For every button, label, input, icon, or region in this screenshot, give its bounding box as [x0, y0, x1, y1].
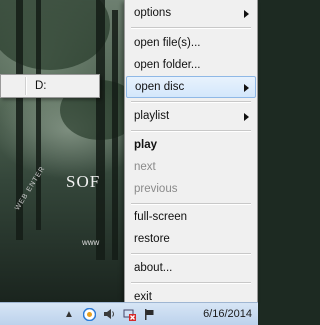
- flag-icon[interactable]: [142, 307, 156, 321]
- menu-item-about[interactable]: about...: [126, 257, 256, 279]
- menu-item-restore[interactable]: restore: [126, 228, 256, 250]
- submenu-arrow-icon: [244, 113, 249, 121]
- menu-separator: [131, 27, 251, 29]
- menu-item-playlist[interactable]: playlist: [126, 105, 256, 127]
- menu-item-next[interactable]: next: [126, 156, 256, 178]
- menu-separator: [131, 203, 251, 205]
- menu-separator: [131, 101, 251, 103]
- menu-item-options[interactable]: options: [126, 2, 256, 24]
- menu-item-open-files[interactable]: open file(s)...: [126, 32, 256, 54]
- menu-item-label: open folder...: [134, 59, 201, 71]
- speaker-icon[interactable]: [102, 307, 116, 321]
- tree-trunk: [36, 0, 41, 230]
- menu-item-label: play: [134, 139, 158, 151]
- menu-item-play[interactable]: play: [126, 134, 256, 156]
- menu-item-label: playlist: [134, 110, 170, 122]
- network-warning-icon[interactable]: [122, 307, 136, 321]
- menu-item-label: open disc: [135, 81, 185, 93]
- menu-item-label: next: [134, 161, 156, 173]
- taskbar: ▲ 6/16/2014: [0, 302, 258, 325]
- menu-item-label: options: [134, 7, 172, 19]
- tree-trunk: [96, 0, 105, 260]
- menu-separator: [131, 130, 251, 132]
- context-menu: options open file(s)... open folder... o…: [124, 0, 258, 303]
- menu-item-label: open file(s)...: [134, 37, 201, 49]
- menu-item-full-screen[interactable]: full-screen: [126, 206, 256, 228]
- menu-separator: [131, 282, 251, 284]
- menu-separator: [131, 253, 251, 255]
- video-overlay-url: www: [82, 238, 100, 247]
- submenu-arrow-icon: [244, 10, 249, 18]
- menu-item-label: about...: [134, 262, 173, 274]
- menu-item-label: previous: [134, 183, 178, 195]
- submenu-gutter-divider: [25, 77, 27, 95]
- open-disc-submenu: D:: [0, 74, 100, 98]
- submenu-arrow-icon: [244, 84, 249, 92]
- menu-item-label: full-screen: [134, 211, 188, 223]
- tree-trunk: [112, 10, 118, 260]
- show-hidden-icons-icon[interactable]: ▲: [62, 307, 76, 321]
- menu-item-label: restore: [134, 233, 170, 245]
- app-tray-icon[interactable]: [82, 307, 96, 321]
- taskbar-clock-date[interactable]: 6/16/2014: [203, 308, 252, 320]
- submenu-item-drive-d[interactable]: D:: [35, 75, 47, 97]
- menu-item-open-folder[interactable]: open folder...: [126, 54, 256, 76]
- video-overlay-title: SOF: [66, 172, 101, 191]
- menu-item-previous[interactable]: previous: [126, 178, 256, 200]
- menu-item-open-disc[interactable]: open disc: [126, 76, 256, 98]
